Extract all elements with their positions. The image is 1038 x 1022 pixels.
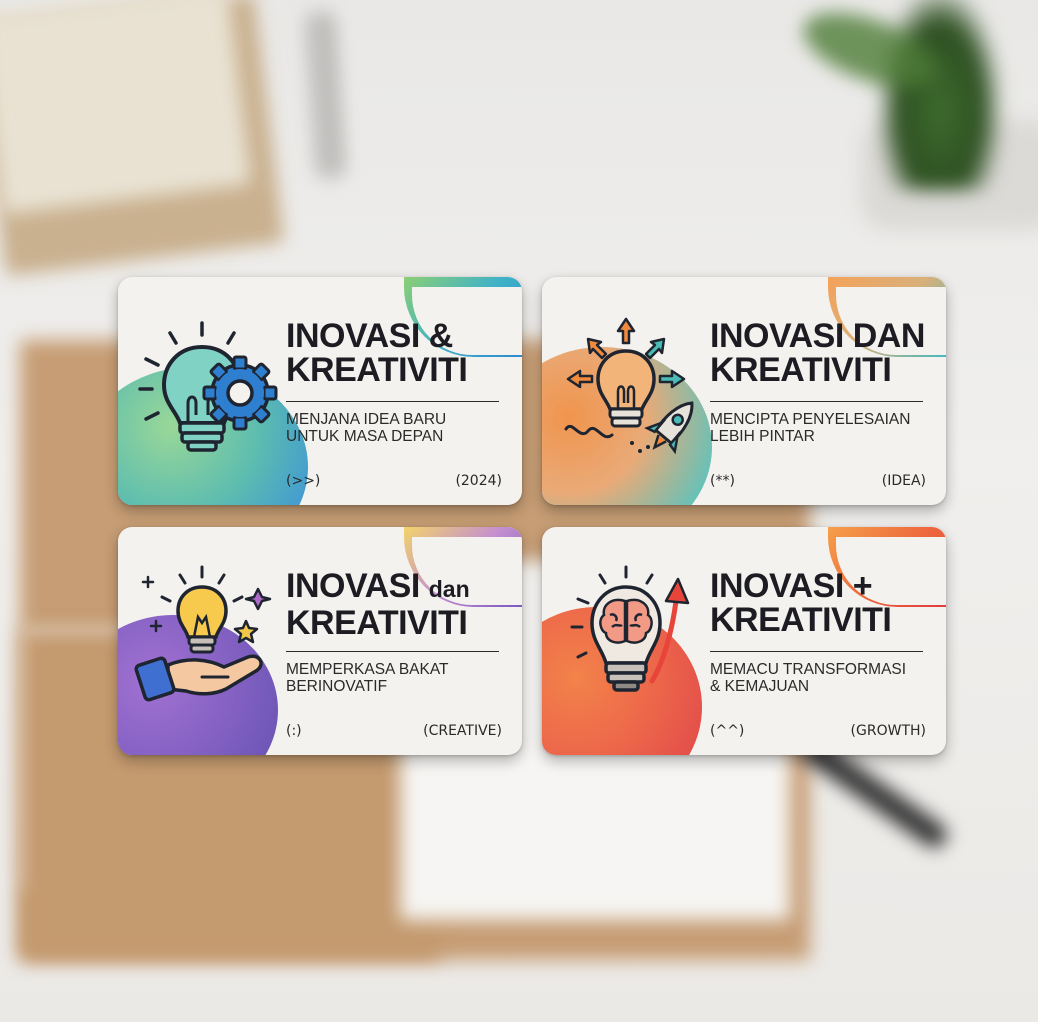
hand-lightbulb-icon [134, 565, 272, 702]
card-subtitle: MEMACU TRANSFORMASI & KEMAJUAN [710, 661, 940, 695]
tag-right: (GROWTH) [850, 723, 926, 739]
title-line: INOVASI & [286, 317, 453, 355]
card-inovasi-kreativiti-2024: INOVASI & KREATIVITI MENJANA IDEA BARU U… [118, 277, 522, 505]
photo-background [0, 0, 1038, 1022]
title-line: INOVASI DAN [710, 317, 925, 355]
title-line: INOVASI + [710, 567, 873, 605]
tag-right: (2024) [455, 473, 502, 489]
lightbulb-rocket-icon [564, 317, 694, 455]
tag-right: (CREATIVE) [423, 723, 502, 739]
title-line: KREATIVITI [286, 604, 468, 642]
card-inovasi-plus-kreativiti-growth: INOVASI + KREATIVITI MEMACU TRANSFORMASI… [542, 527, 946, 755]
card-subtitle: MENCIPTA PENYELESAIAN LEBIH PINTAR [710, 411, 940, 445]
card-title: INOVASI dan KREATIVITI [286, 569, 512, 640]
tag-left: (:) [286, 723, 302, 739]
title-line: KREATIVITI [710, 351, 892, 389]
notebook-cover [0, 0, 252, 215]
card-title: INOVASI DAN KREATIVITI [710, 319, 936, 387]
card-title: INOVASI & KREATIVITI [286, 319, 512, 387]
tag-right: (IDEA) [881, 473, 926, 489]
divider [286, 401, 499, 402]
subtitle-line: & KEMAJUAN [710, 678, 810, 695]
card-subtitle: MENJANA IDEA BARU UNTUK MASA DEPAN [286, 411, 516, 445]
card-title: INOVASI + KREATIVITI [710, 569, 936, 637]
title-line: INOVASI dan [286, 569, 512, 606]
subtitle-line: MEMACU TRANSFORMASI [710, 661, 907, 678]
subtitle-line: LEBIH PINTAR [710, 428, 815, 445]
subtitle-line: MENCIPTA PENYELESAIAN [710, 411, 911, 428]
card-subtitle: MEMPERKASA BAKAT BERINOVATIF [286, 661, 516, 695]
tag-left: (^^) [710, 723, 745, 739]
card-inovasi-dan-kreativiti-creative: INOVASI dan KREATIVITI MEMPERKASA BAKAT … [118, 527, 522, 755]
title-word: INOVASI [286, 567, 420, 605]
subtitle-line: MENJANA IDEA BARU [286, 411, 447, 428]
divider [286, 651, 499, 652]
lightbulb-gear-icon [138, 321, 278, 452]
card-inovasi-dan-kreativiti-idea: INOVASI DAN KREATIVITI MENCIPTA PENYELES… [542, 277, 946, 505]
title-line: KREATIVITI [286, 351, 468, 389]
title-line: KREATIVITI [710, 601, 892, 639]
subtitle-line: BERINOVATIF [286, 678, 388, 695]
title-word-small: dan [428, 576, 470, 602]
brain-lightbulb-icon [570, 565, 690, 692]
tag-left: (**) [710, 473, 735, 489]
subtitle-line: MEMPERKASA BAKAT [286, 661, 449, 678]
divider [710, 401, 923, 402]
tag-left: (>>) [286, 473, 321, 489]
divider [710, 651, 923, 652]
subtitle-line: UNTUK MASA DEPAN [286, 428, 444, 445]
